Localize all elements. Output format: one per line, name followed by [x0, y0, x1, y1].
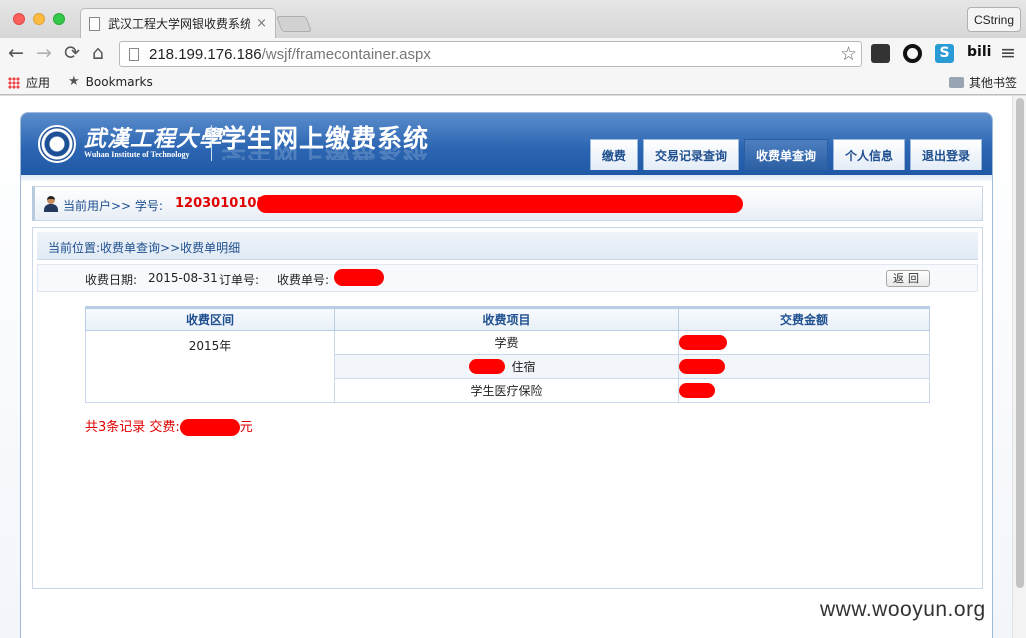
- bookmark-other[interactable]: 其他书签: [949, 74, 1017, 91]
- item-cell: 住宿: [334, 354, 679, 379]
- breadcrumb: 当前位置:收费单查询>>收费单明细: [48, 241, 241, 255]
- summary-suffix: 元: [239, 420, 253, 435]
- nav-bill-query[interactable]: 收费单查询: [743, 139, 828, 170]
- university-seal-icon: [38, 125, 76, 163]
- bookmarks-bar: 应用 ★ Bookmarks 其他书签: [0, 70, 1026, 95]
- apps-grid-icon: [8, 76, 20, 89]
- tab-title: 武汉工程大学网银收费系统: [108, 17, 251, 31]
- page-scrollbar[interactable]: [1012, 96, 1026, 638]
- breadcrumb-bar: 当前位置:收费单查询>>收费单明细: [37, 232, 978, 260]
- forward-arrow-icon[interactable]: →: [36, 42, 52, 64]
- zoom-window-button[interactable]: [53, 13, 65, 25]
- bilibili-icon[interactable]: bili: [967, 44, 991, 63]
- student-id: 1203010101: [175, 196, 266, 211]
- page-icon: [129, 47, 139, 61]
- current-user-bar: 当前用户>> 学号: 1203010101: [32, 186, 983, 221]
- redaction-mark: [679, 383, 715, 398]
- bill-info-bar: 收费日期: 2015-08-31 订单号: 收费单号: 返回: [37, 264, 978, 292]
- bill-number-label: 收费单号:: [277, 273, 330, 287]
- order-number-label: 订单号:: [219, 273, 260, 287]
- column-header-item: 收费项目: [334, 306, 679, 331]
- profile-button[interactable]: CString: [967, 7, 1021, 32]
- bookmark-apps[interactable]: 应用: [8, 74, 50, 91]
- reload-icon[interactable]: ⟳: [64, 42, 80, 64]
- nav-transactions[interactable]: 交易记录查询: [642, 139, 739, 170]
- redaction-mark: [679, 359, 725, 374]
- redaction-mark: [469, 359, 505, 374]
- browser-toolbar: ← → ⟳ ⌂ 218.199.176.186/wsjf/framecontai…: [0, 38, 1026, 70]
- tab-close-icon[interactable]: ×: [256, 16, 267, 31]
- new-tab-button[interactable]: [276, 16, 312, 32]
- menu-icon[interactable]: ≡: [1000, 42, 1016, 64]
- extension-icon[interactable]: [871, 44, 890, 63]
- page-icon: [89, 16, 100, 31]
- bookmark-bookmarks-label: Bookmarks: [85, 74, 153, 89]
- redaction-mark: [179, 419, 240, 436]
- nav-logout[interactable]: 退出登录: [909, 139, 982, 170]
- address-bar[interactable]: 218.199.176.186/wsjf/framecontainer.aspx…: [119, 41, 862, 67]
- bookmark-other-label: 其他书签: [969, 76, 1018, 90]
- table-row: 2015年 学费: [85, 330, 930, 403]
- column-header-amount: 交费金额: [678, 306, 930, 331]
- url-host: 218.199.176.186: [149, 45, 262, 63]
- summary-prefix: 共3条记录 交费:: [85, 420, 180, 435]
- fee-table: 收费区间 收费项目 交费金额 2015年 学费 住宿 学生医疗保险: [85, 306, 930, 403]
- close-window-button[interactable]: [13, 13, 25, 25]
- app-frame: 武漢工程大學 Wuhan Institute of Technology 学生网…: [20, 112, 993, 638]
- minimize-window-button[interactable]: [33, 13, 45, 25]
- university-name-en: Wuhan Institute of Technology: [84, 150, 190, 159]
- scrollbar-thumb[interactable]: [1016, 98, 1024, 588]
- browser-tab-bar: 武汉工程大学网银收费系统 × CString: [0, 0, 1026, 38]
- url-path: /wsjf/framecontainer.aspx: [261, 45, 431, 63]
- nav-pay[interactable]: 缴费: [589, 139, 638, 170]
- url-text: 218.199.176.186/wsjf/framecontainer.aspx: [149, 46, 431, 63]
- charge-date-value: 2015-08-31: [148, 271, 218, 285]
- amount-cell: [678, 354, 930, 379]
- university-name-cn: 武漢工程大學: [84, 126, 223, 152]
- header-stripe: [21, 175, 992, 181]
- logo-divider: [211, 125, 212, 161]
- amount-cell: [678, 330, 930, 355]
- extension-s-icon[interactable]: S: [935, 44, 954, 63]
- page-viewport: 武漢工程大學 Wuhan Institute of Technology 学生网…: [0, 96, 1012, 638]
- item-cell: 学费: [334, 330, 679, 355]
- charge-date-label: 收费日期:: [85, 273, 138, 287]
- bookmark-bookmarks[interactable]: ★ Bookmarks: [68, 74, 153, 89]
- back-arrow-icon[interactable]: ←: [8, 42, 24, 64]
- amount-cell: [678, 378, 930, 403]
- site-header: 武漢工程大學 Wuhan Institute of Technology 学生网…: [21, 113, 992, 175]
- folder-icon: [949, 77, 964, 88]
- system-title-reflection: 学生网上缴费系统: [221, 146, 429, 160]
- redaction-mark: [679, 335, 727, 350]
- back-button[interactable]: 返回: [886, 270, 930, 287]
- bookmark-star-icon[interactable]: ☆: [840, 43, 857, 65]
- period-cell: 2015年: [85, 330, 335, 403]
- nav-profile[interactable]: 个人信息: [832, 139, 905, 170]
- home-icon[interactable]: ⌂: [92, 42, 104, 64]
- star-icon: ★: [68, 74, 80, 89]
- redaction-mark: [334, 269, 384, 286]
- watermark: www.wooyun.org: [820, 598, 986, 621]
- item-cell: 学生医疗保险: [334, 378, 679, 403]
- column-header-period: 收费区间: [85, 306, 335, 331]
- extension-circle-icon[interactable]: [903, 44, 922, 63]
- main-nav: 缴费 交易记录查询 收费单查询 个人信息 退出登录: [589, 139, 982, 170]
- summary-line: 共3条记录 交费: 元: [85, 416, 253, 436]
- redaction-mark: [257, 195, 743, 213]
- user-avatar-icon: [43, 196, 59, 212]
- bookmark-apps-label: 应用: [26, 76, 51, 90]
- current-user-label: 当前用户>> 学号:: [63, 199, 163, 213]
- content-panel: 当前位置:收费单查询>>收费单明细 收费日期: 2015-08-31 订单号: …: [32, 227, 983, 589]
- browser-tab[interactable]: 武汉工程大学网银收费系统 ×: [80, 8, 276, 38]
